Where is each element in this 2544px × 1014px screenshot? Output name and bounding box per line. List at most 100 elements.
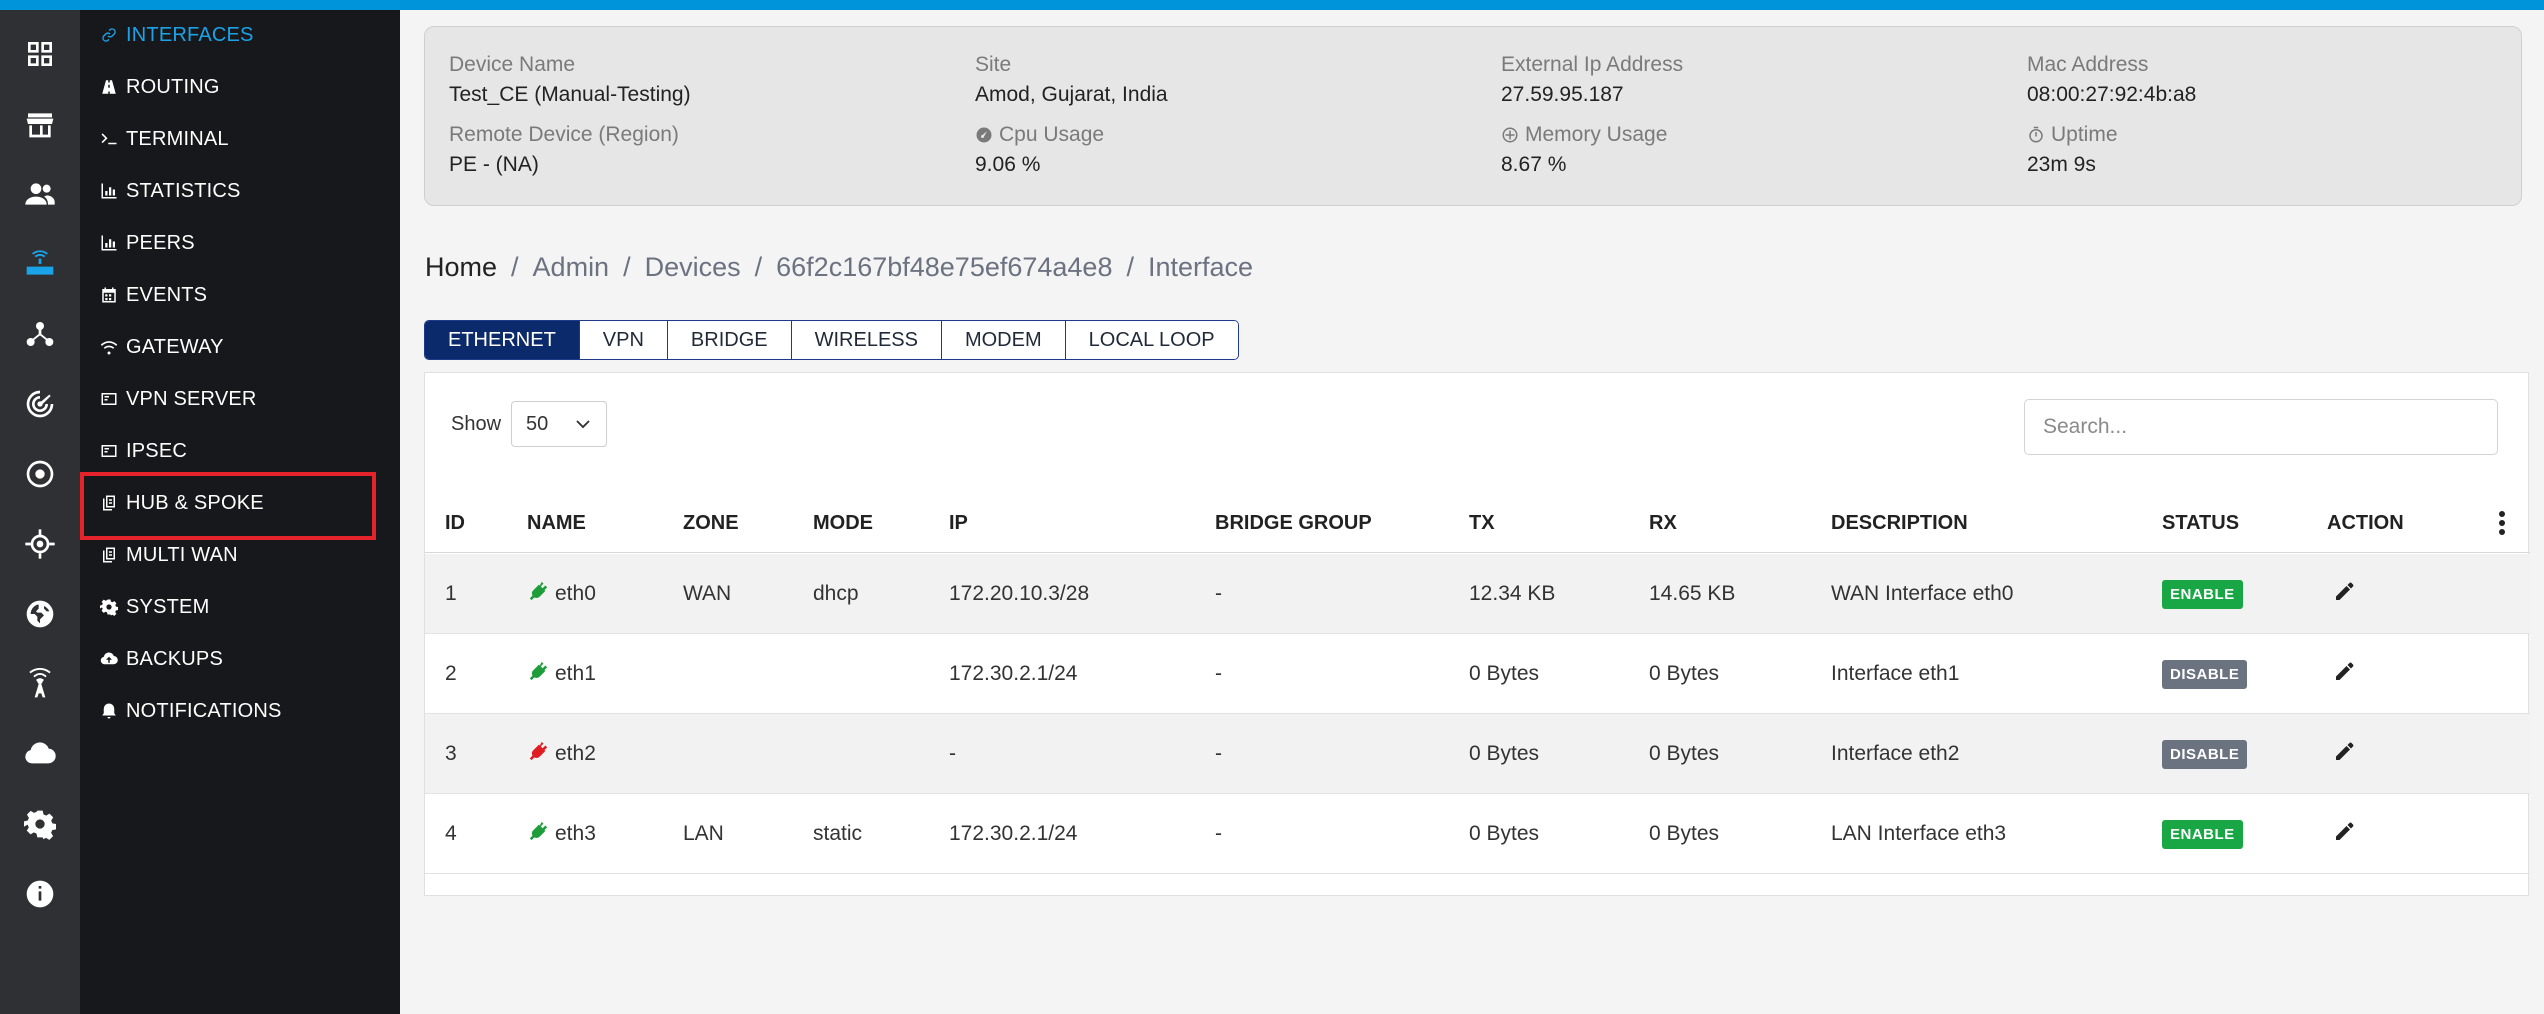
cell-description: Interface eth2 [1831, 742, 1960, 765]
cell-tx: 12.34 KB [1469, 582, 1556, 605]
cell-id: 2 [445, 662, 457, 685]
page-size-select[interactable]: 50 [511, 401, 608, 447]
column-header-rx[interactable]: RX [1649, 493, 1677, 553]
column-header-action[interactable]: ACTION [2327, 493, 2404, 553]
sidebar-item-events[interactable]: EVENTS [100, 270, 440, 320]
plug-connected-icon [527, 820, 549, 848]
network-icon[interactable] [0, 308, 80, 360]
gauge-icon [976, 127, 992, 143]
icon-rail [0, 10, 80, 1014]
tab-vpn[interactable]: VPN [579, 321, 668, 359]
cell-status: DISABLE [2162, 714, 2248, 794]
column-header-tx[interactable]: TX [1469, 493, 1495, 553]
site-cell: Site Amod, Gujarat, India [975, 53, 1168, 106]
cell-ip: 172.30.2.1/24 [949, 822, 1078, 845]
tab-bridge[interactable]: BRIDGE [667, 321, 792, 359]
cell-action [2333, 554, 2357, 634]
interfaces-table-card: Show 50 ID NAME ZONE MODE IP BRIDGE GROU… [424, 372, 2530, 896]
copy-icon [100, 546, 118, 564]
sidebar-item-vpn-server[interactable]: VPN SERVER [100, 374, 440, 424]
info-icon[interactable] [0, 868, 80, 920]
sidebar-item-terminal[interactable]: TERMINAL [100, 114, 440, 164]
dashboard-icon[interactable] [0, 28, 80, 80]
sidebar-item-routing[interactable]: ROUTING [100, 62, 440, 112]
column-header-bridge-group[interactable]: BRIDGE GROUP [1215, 493, 1372, 553]
remote-device-cell: Remote Device (Region) PE - (NA) [449, 123, 679, 176]
breadcrumb-admin[interactable]: Admin [533, 252, 610, 283]
store-icon[interactable] [0, 98, 80, 150]
users-icon[interactable] [0, 168, 80, 220]
cell-id: 3 [445, 742, 457, 765]
cell-description: Interface eth1 [1831, 662, 1960, 685]
sidebar-item-statistics[interactable]: STATISTICS [100, 166, 440, 216]
sidebar-item-interfaces[interactable]: INTERFACES [100, 10, 440, 60]
column-menu-icon[interactable] [2498, 511, 2506, 535]
crosshair-icon[interactable] [0, 518, 80, 570]
link-icon [100, 26, 118, 44]
broadcast-icon[interactable] [0, 658, 80, 710]
gear-icon [100, 598, 118, 616]
tab-wireless[interactable]: WIRELESS [791, 321, 942, 359]
breadcrumb-home[interactable]: Home [425, 252, 497, 283]
sidebar-item-ipsec[interactable]: IPSEC [100, 426, 440, 476]
chevron-down-icon [576, 420, 590, 429]
mac-address-cell: Mac Address 08:00:27:92:4b:a8 [2027, 53, 2197, 106]
cloud-icon[interactable] [0, 728, 80, 780]
table-header: ID NAME ZONE MODE IP BRIDGE GROUP TX RX … [425, 493, 2530, 553]
column-header-id[interactable]: ID [445, 493, 465, 553]
edit-pencil-icon[interactable] [2333, 819, 2357, 849]
column-header-description[interactable]: DESCRIPTION [1831, 493, 1968, 553]
edit-pencil-icon[interactable] [2333, 579, 2357, 609]
page-size-control: Show 50 [451, 401, 608, 447]
breadcrumb-device-id[interactable]: 66f2c167bf48e75ef674a4e8 [776, 252, 1112, 283]
target-icon[interactable] [0, 448, 80, 500]
column-header-status[interactable]: STATUS [2162, 493, 2239, 553]
sidebar-item-gateway[interactable]: GATEWAY [100, 322, 440, 372]
sidebar-item-peers[interactable]: PEERS [100, 218, 440, 268]
cell-bridge-group: - [1215, 822, 1222, 845]
gear-icon[interactable] [0, 798, 80, 850]
cell-rx: 0 Bytes [1649, 822, 1720, 845]
highlight-box [80, 472, 376, 540]
edit-pencil-icon[interactable] [2333, 659, 2357, 689]
cell-rx: 0 Bytes [1649, 742, 1720, 765]
sidebar-item-system[interactable]: SYSTEM [100, 582, 440, 632]
device-info-card: Device Name Test_CE (Manual-Testing) Sit… [424, 26, 2522, 206]
cell-bridge-group: - [1215, 742, 1222, 765]
cell-tx: 0 Bytes [1469, 822, 1540, 845]
cell-action [2333, 714, 2357, 794]
search-input[interactable] [2024, 399, 2498, 455]
tab-ethernet[interactable]: ETHERNET [425, 321, 580, 359]
router-icon[interactable] [0, 238, 80, 290]
sidebar-item-notifications[interactable]: NOTIFICATIONS [100, 686, 440, 736]
cell-mode: static [813, 822, 863, 845]
status-badge: ENABLE [2162, 579, 2243, 609]
status-badge: ENABLE [2162, 819, 2243, 849]
column-header-zone[interactable]: ZONE [683, 493, 739, 553]
calendar-icon [100, 286, 118, 304]
breadcrumb-devices[interactable]: Devices [645, 252, 741, 283]
column-header-mode[interactable]: MODE [813, 493, 873, 553]
breadcrumb-separator: / [623, 252, 631, 282]
tab-local-loop[interactable]: LOCAL LOOP [1065, 321, 1238, 359]
globe-icon[interactable] [0, 588, 80, 640]
bar-chart-icon [100, 234, 118, 252]
cell-description: WAN Interface eth0 [1831, 582, 2014, 605]
column-header-name[interactable]: NAME [527, 493, 586, 553]
cell-status: DISABLE [2162, 634, 2248, 714]
cell-action [2333, 634, 2357, 714]
cell-ip: 172.20.10.3/28 [949, 582, 1090, 605]
edit-pencil-icon[interactable] [2333, 739, 2357, 769]
external-ip-cell: External Ip Address 27.59.95.187 [1501, 53, 1684, 106]
road-icon [100, 78, 118, 96]
cell-status: ENABLE [2162, 554, 2243, 634]
wifi-icon [100, 338, 118, 356]
column-header-ip[interactable]: IP [949, 493, 968, 553]
cell-name: eth2 [527, 714, 596, 794]
cell-bridge-group: - [1215, 662, 1222, 685]
cell-name: eth0 [527, 554, 596, 634]
sidebar-item-backups[interactable]: BACKUPS [100, 634, 440, 684]
breadcrumb-current: Interface [1147, 252, 1254, 282]
radar-icon[interactable] [0, 378, 80, 430]
tab-modem[interactable]: MODEM [941, 321, 1066, 359]
